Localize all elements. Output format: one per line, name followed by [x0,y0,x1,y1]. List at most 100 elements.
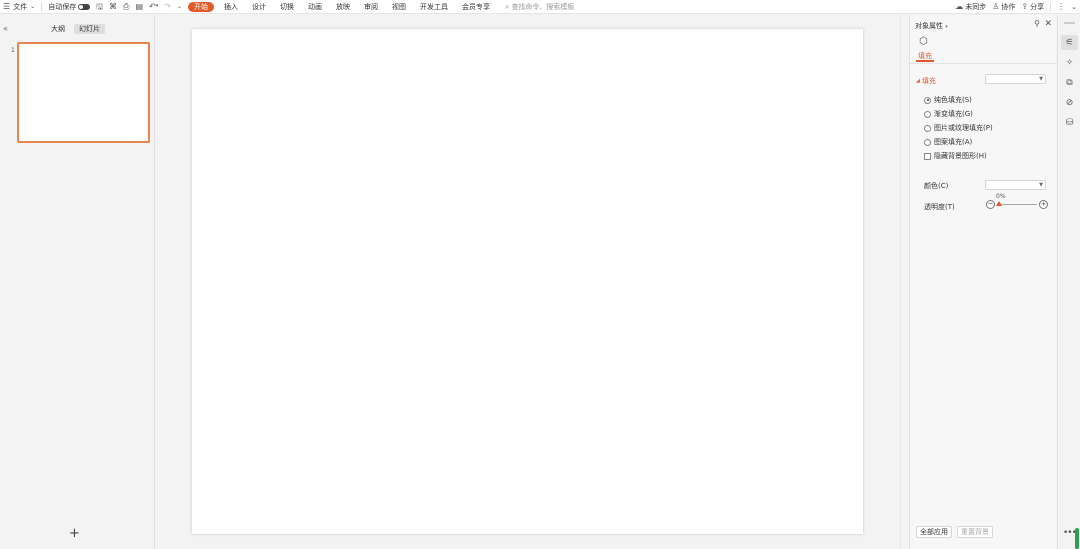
tab-slideshow[interactable]: 放映 [329,0,357,14]
undo-icon: ↶ [149,1,156,11]
hide-background-option[interactable]: 隐藏背景图形(H) [924,151,987,161]
color-dropdown[interactable]: ▼ [985,180,1046,190]
current-slide[interactable] [192,29,863,534]
help-icon[interactable]: ⊘ [1061,95,1078,110]
hamburger-icon: ☰ [3,1,11,11]
user-icon: ♙ [992,2,1000,11]
reset-background-button[interactable]: 重置背景 [957,526,993,538]
caret-down-icon: ▼ [1039,182,1043,188]
vertical-scrollbar[interactable] [900,15,908,549]
more-horizontal-icon[interactable]: ••• [1063,528,1077,538]
picture-fill-option[interactable]: 图片或纹理填充(P) [924,123,993,133]
tab-home[interactable]: 开始 [187,1,214,12]
search-placeholder: 查找命令、搜索模板 [511,2,575,11]
autosave-label: 自动保存 [48,2,77,11]
close-icon[interactable]: ✕ [1044,19,1052,29]
solid-fill-label: 纯色填充(S) [934,96,972,104]
backup-icon[interactable]: ⛁ [1061,115,1078,130]
fill-bucket-icon[interactable]: ⬡ [919,36,928,47]
triangle-down-icon: ◢ [916,78,920,84]
slider-track[interactable] [997,204,1037,205]
apply-all-button[interactable]: 全部应用 [916,526,952,538]
fill-section-label: 填充 [921,77,936,85]
animation-icon[interactable]: ✧ [1061,55,1078,70]
slider-handle[interactable] [996,201,1002,206]
solid-fill-radio[interactable] [924,96,931,104]
slide-panel: « 大纲 幻灯片 1 + [0,15,155,549]
solid-fill-option[interactable]: 纯色填充(S) [924,95,972,105]
toolbar-divider [1050,3,1052,11]
command-search[interactable]: ⌕ 查找命令、搜索模板 [505,2,574,12]
collapse-ribbon-button[interactable]: ⌄ [1068,0,1080,14]
search-icon: ⌕ [504,1,510,11]
gradient-fill-option[interactable]: 渐变填充(G) [924,109,973,119]
more-options-button[interactable]: ⋮ [1054,0,1068,14]
redo-button[interactable]: ↷ [161,0,174,14]
panel-title[interactable]: 对象属性 ▾ [915,21,948,31]
side-icon-rail: ⚟ ✧ ⧉ ⊘ ⛁ ••• [1057,15,1080,549]
increase-icon[interactable]: + [1039,200,1048,209]
slide-number: 1 [11,47,15,54]
hide-background-checkbox[interactable] [924,152,931,160]
tab-view[interactable]: 视图 [385,0,413,14]
share-label: 分享 [1030,3,1045,11]
editor-canvas [156,15,900,549]
tab-member[interactable]: 会员专享 [455,0,497,14]
undo-button[interactable]: ↶ ▾ [146,0,161,14]
picture-fill-radio[interactable] [924,124,931,132]
tab-insert[interactable]: 插入 [217,0,245,14]
autosave-toggle[interactable]: 自动保存 [45,0,93,14]
decrease-icon[interactable]: − [986,200,995,209]
file-menu[interactable]: ☰ 文件 ⌄ [0,0,38,14]
tab-animations[interactable]: 动画 [301,0,329,14]
rail-grip[interactable] [1064,22,1075,24]
cloud-icon: ☁ [955,2,964,11]
chevron-down-icon: ⌄ [176,2,182,10]
toolbar-right: ☁ 未同步 ♙ 协作 ⇪ 分享 ⋮ ⌄ [952,0,1080,14]
transparency-label: 透明度(T) [924,203,955,211]
collapse-panel-icon[interactable]: « [3,24,8,33]
tab-design[interactable]: 设计 [245,0,273,14]
tab-developer[interactable]: 开发工具 [413,0,455,14]
tab-review[interactable]: 审阅 [357,0,385,14]
pattern-fill-option[interactable]: 图案填充(A) [924,137,972,147]
panel-title-text: 对象属性 [915,22,943,30]
chevron-down-icon: ▾ [945,24,948,30]
slide-panel-tabs: 大纲 幻灯片 [46,24,105,34]
main-toolbar: ☰ 文件 ⌄ 自动保存 🖫 ⌘ ⎙ ▤ ↶ ▾ ↷ ⌄ 开始 插入 设计 切换 动… [0,0,1080,14]
save-button[interactable]: 🖫 [93,0,106,14]
color-label: 颜色(C) [924,182,949,190]
collaborate-button[interactable]: ♙ 协作 [989,0,1018,14]
collaborate-label: 协作 [1001,3,1016,11]
chevron-down-icon: ⌄ [1071,2,1077,11]
sync-label: 未同步 [965,3,987,11]
tab-outline[interactable]: 大纲 [46,24,70,34]
share-button[interactable]: ⇪ 分享 [1018,0,1047,14]
slide-layout-icon[interactable]: ⧉ [1061,75,1078,90]
panel-footer: 全部应用 重置背景 [916,526,993,538]
file-menu-label: 文件 [13,2,28,11]
fill-preset-dropdown[interactable]: ▼ [985,74,1046,84]
autosave-switch[interactable] [78,3,91,10]
share-icon: ⇪ [1021,2,1029,11]
gradient-fill-label: 渐变填充(G) [934,110,973,118]
brush-icon: ⌘ [109,1,118,11]
panel-divider [910,63,1057,64]
more-quick-access-button[interactable]: ⌄ [174,0,185,14]
properties-icon[interactable]: ⚟ [1061,35,1078,50]
sync-button[interactable]: ☁ 未同步 [952,0,989,14]
print-button[interactable]: ⎙ [120,0,132,14]
tab-transitions[interactable]: 切换 [273,0,301,14]
transparency-slider[interactable]: − 0% + [986,193,1048,210]
pattern-fill-label: 图案填充(A) [934,138,973,146]
slide-thumbnail[interactable] [17,42,150,143]
hide-background-label: 隐藏背景图形(H) [934,152,987,160]
format-painter-button[interactable]: ⌘ [106,0,120,14]
pin-icon[interactable]: ⚲ [1034,19,1040,28]
print-preview-button[interactable]: ▤ [132,0,146,14]
pattern-fill-radio[interactable] [924,138,931,146]
gradient-fill-radio[interactable] [924,110,931,118]
tab-slides[interactable]: 幻灯片 [74,24,105,34]
fill-section-header[interactable]: ◢ 填充 [916,76,936,86]
add-slide-button[interactable]: + [69,527,80,540]
